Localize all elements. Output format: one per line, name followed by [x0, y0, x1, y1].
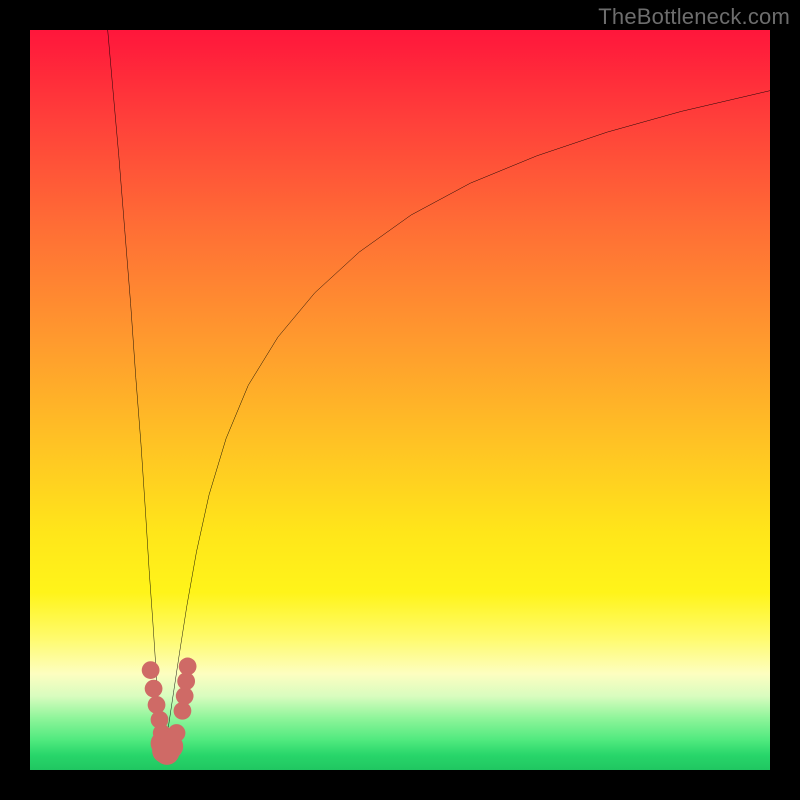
marker-dot [142, 661, 160, 679]
chart-frame: TheBottleneck.com [0, 0, 800, 800]
curve-layer [108, 30, 770, 754]
marker-dot [148, 696, 166, 714]
chart-svg [30, 30, 770, 770]
marker-dot [145, 680, 163, 698]
watermark-text: TheBottleneck.com [598, 4, 790, 30]
marker-dot [179, 658, 197, 676]
left-branch-curve [108, 30, 164, 754]
right-branch-curve [164, 91, 770, 754]
marker-dot [168, 724, 186, 742]
plot-area [30, 30, 770, 770]
marker-layer [142, 658, 197, 765]
